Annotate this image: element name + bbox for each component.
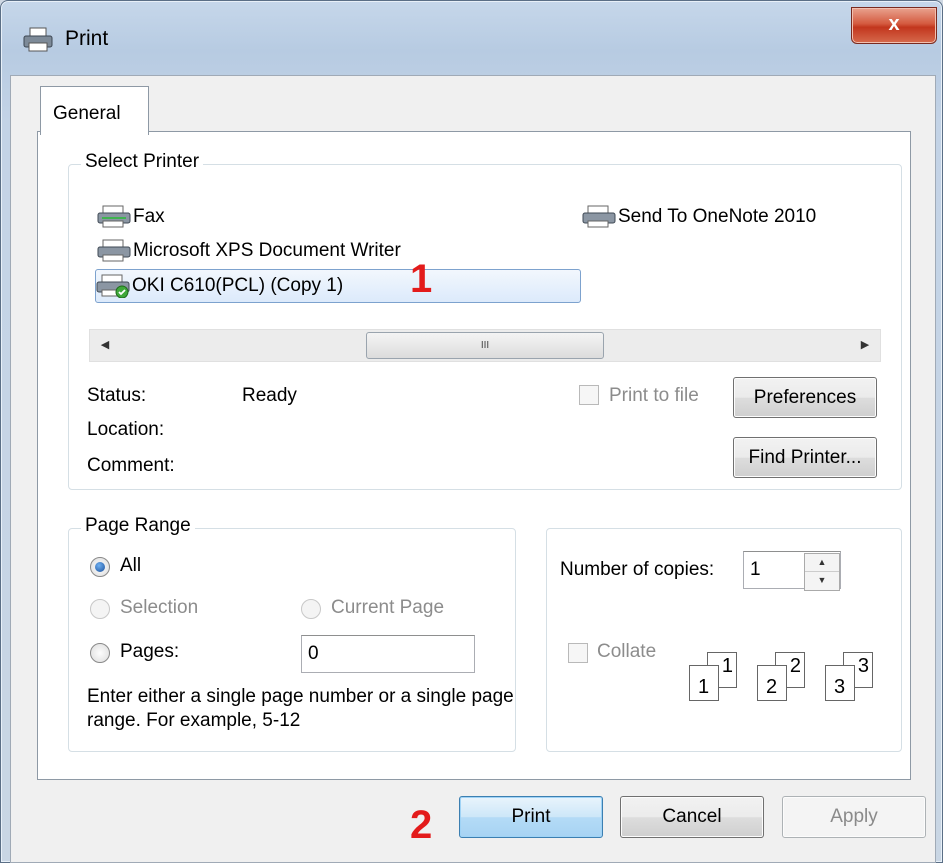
cancel-button[interactable]: Cancel: [620, 796, 764, 838]
select-printer-label: Select Printer: [81, 151, 204, 173]
spin-down-icon[interactable]: ▼: [805, 572, 839, 589]
scrollbar-grip: III: [480, 340, 490, 351]
printer-label: Microsoft XPS Document Writer: [133, 240, 401, 261]
printer-item-xps[interactable]: Microsoft XPS Document Writer: [97, 237, 401, 265]
pages-label: Pages:: [120, 641, 180, 662]
pages-input-field[interactable]: [302, 636, 474, 672]
button-label: Cancel: [662, 806, 722, 827]
apply-button[interactable]: Apply: [782, 796, 926, 838]
tab-general[interactable]: General: [40, 86, 149, 135]
printer-icon: [582, 205, 616, 228]
copies-group: Number of copies: ▲ ▼ Collate 1 1 2 2 3 …: [546, 528, 902, 752]
dialog-body: General Select Printer Fax Send To OneNo…: [10, 75, 936, 863]
close-icon: x: [888, 13, 900, 35]
scroll-right-icon[interactable]: ▶: [850, 330, 880, 361]
window-title: Print: [65, 27, 109, 50]
tab-label: General: [53, 103, 121, 124]
button-label: Print: [511, 806, 551, 827]
print-button[interactable]: Print: [459, 796, 603, 838]
number-of-copies-label: Number of copies:: [560, 559, 715, 580]
scroll-left-icon[interactable]: ◀: [90, 330, 120, 361]
printer-item-onenote[interactable]: Send To OneNote 2010: [582, 203, 816, 231]
printer-label: Send To OneNote 2010: [618, 206, 817, 227]
print-to-file-label: Print to file: [609, 385, 699, 406]
printer-label: Fax: [133, 206, 165, 227]
annotation-marker-1: 1: [410, 257, 433, 301]
radio-selection[interactable]: [90, 599, 110, 619]
printer-label: OKI C610(PCL) (Copy 1): [132, 275, 344, 296]
button-label: Preferences: [753, 387, 857, 408]
collate-page: 2: [757, 665, 787, 701]
selection-label: Selection: [120, 597, 199, 618]
printer-list-scrollbar[interactable]: ◀ III ▶: [89, 329, 881, 362]
print-to-file-checkbox[interactable]: [579, 385, 599, 405]
find-printer-button[interactable]: Find Printer...: [733, 437, 877, 478]
button-label: Apply: [830, 806, 878, 827]
location-label: Location:: [87, 419, 165, 440]
radio-all[interactable]: [90, 557, 110, 577]
collate-page: 3: [825, 665, 855, 701]
scrollbar-thumb[interactable]: III: [366, 332, 604, 359]
copies-spinner[interactable]: ▲ ▼: [804, 553, 840, 591]
title-bar: Print x: [1, 1, 943, 75]
print-dialog: Print x General Select Printer Fax Send …: [0, 0, 943, 863]
page-range-hint: Enter either a single page number or a s…: [87, 686, 514, 731]
close-button[interactable]: x: [851, 7, 937, 44]
status-value: Ready: [242, 385, 297, 406]
radio-current-page[interactable]: [301, 599, 321, 619]
status-label: Status:: [87, 385, 147, 406]
general-tab-page: Select Printer Fax Send To OneNote 2010 …: [37, 131, 911, 780]
fax-printer-icon: [97, 205, 131, 228]
collate-page: 1: [689, 665, 719, 701]
page-range-group: Page Range All Selection Current Page Pa…: [68, 515, 516, 752]
printer-icon: [97, 239, 131, 262]
select-printer-group: Select Printer Fax Send To OneNote 2010 …: [68, 151, 902, 490]
radio-pages[interactable]: [90, 643, 110, 663]
annotation-marker-2: 2: [410, 803, 433, 847]
collate-checkbox[interactable]: [568, 643, 588, 663]
spin-up-icon[interactable]: ▲: [805, 554, 839, 572]
all-label: All: [120, 555, 142, 576]
current-page-label: Current Page: [331, 597, 445, 618]
default-printer-icon: [96, 274, 130, 298]
preferences-button[interactable]: Preferences: [733, 377, 877, 418]
page-range-label: Page Range: [81, 515, 195, 537]
printer-item-fax[interactable]: Fax: [97, 203, 165, 231]
printer-item-oki[interactable]: OKI C610(PCL) (Copy 1): [95, 269, 581, 303]
comment-label: Comment:: [87, 455, 175, 476]
pages-input[interactable]: [301, 635, 475, 673]
collate-label: Collate: [597, 641, 657, 662]
printer-icon: [23, 27, 53, 52]
button-label: Find Printer...: [748, 447, 862, 468]
